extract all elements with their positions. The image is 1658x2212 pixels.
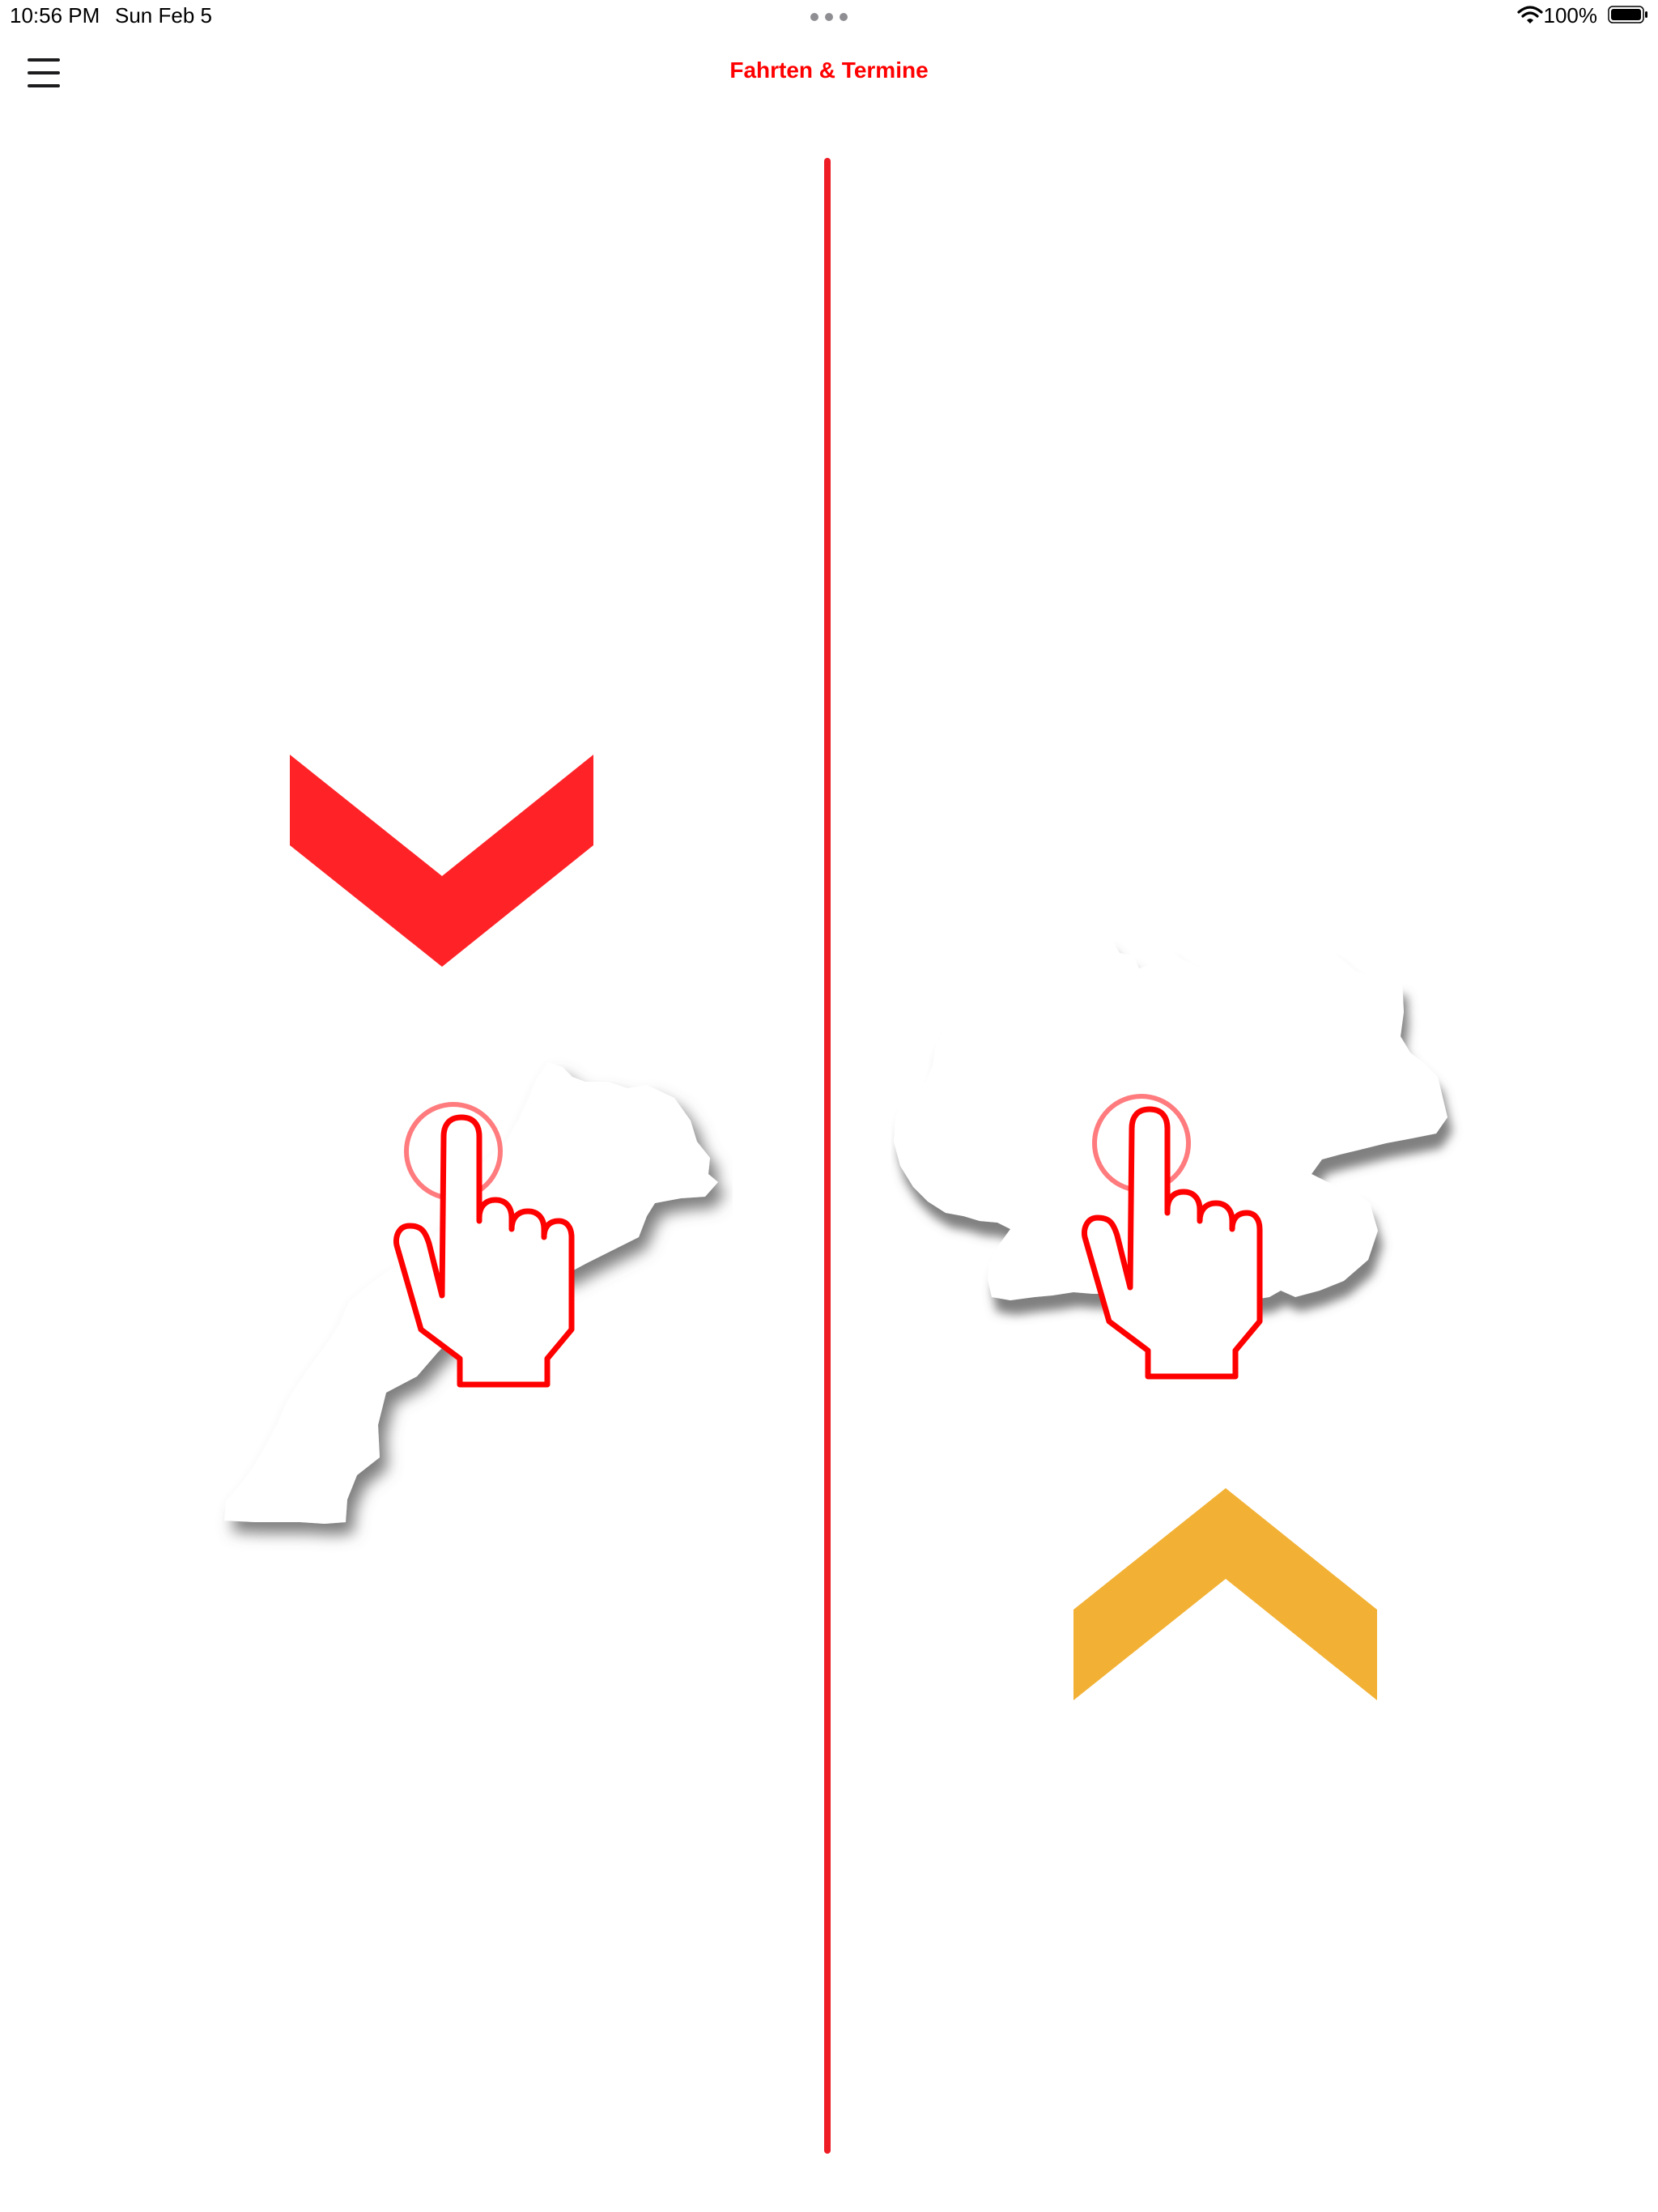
germany-panel[interactable]	[834, 130, 1652, 2154]
tap-hand-icon	[1082, 1094, 1263, 1380]
chevron-up-icon	[1073, 1488, 1377, 1700]
multitasking-dots-icon[interactable]	[810, 13, 848, 21]
tap-hand-icon	[393, 1102, 575, 1388]
status-date: Sun Feb 5	[115, 3, 212, 28]
morocco-panel[interactable]	[0, 130, 818, 2154]
battery-percentage: 100%	[1543, 3, 1598, 28]
chevron-down-icon	[290, 755, 593, 967]
status-time: 10:56 PM	[10, 3, 100, 28]
navigation-bar: Fahrten & Termine	[0, 32, 1658, 113]
status-bar: 10:56 PM Sun Feb 5 100%	[0, 0, 1658, 32]
wifi-icon	[1517, 6, 1543, 23]
panel-divider	[824, 158, 831, 2154]
battery-icon	[1608, 6, 1647, 23]
page-title: Fahrten & Termine	[729, 57, 929, 83]
